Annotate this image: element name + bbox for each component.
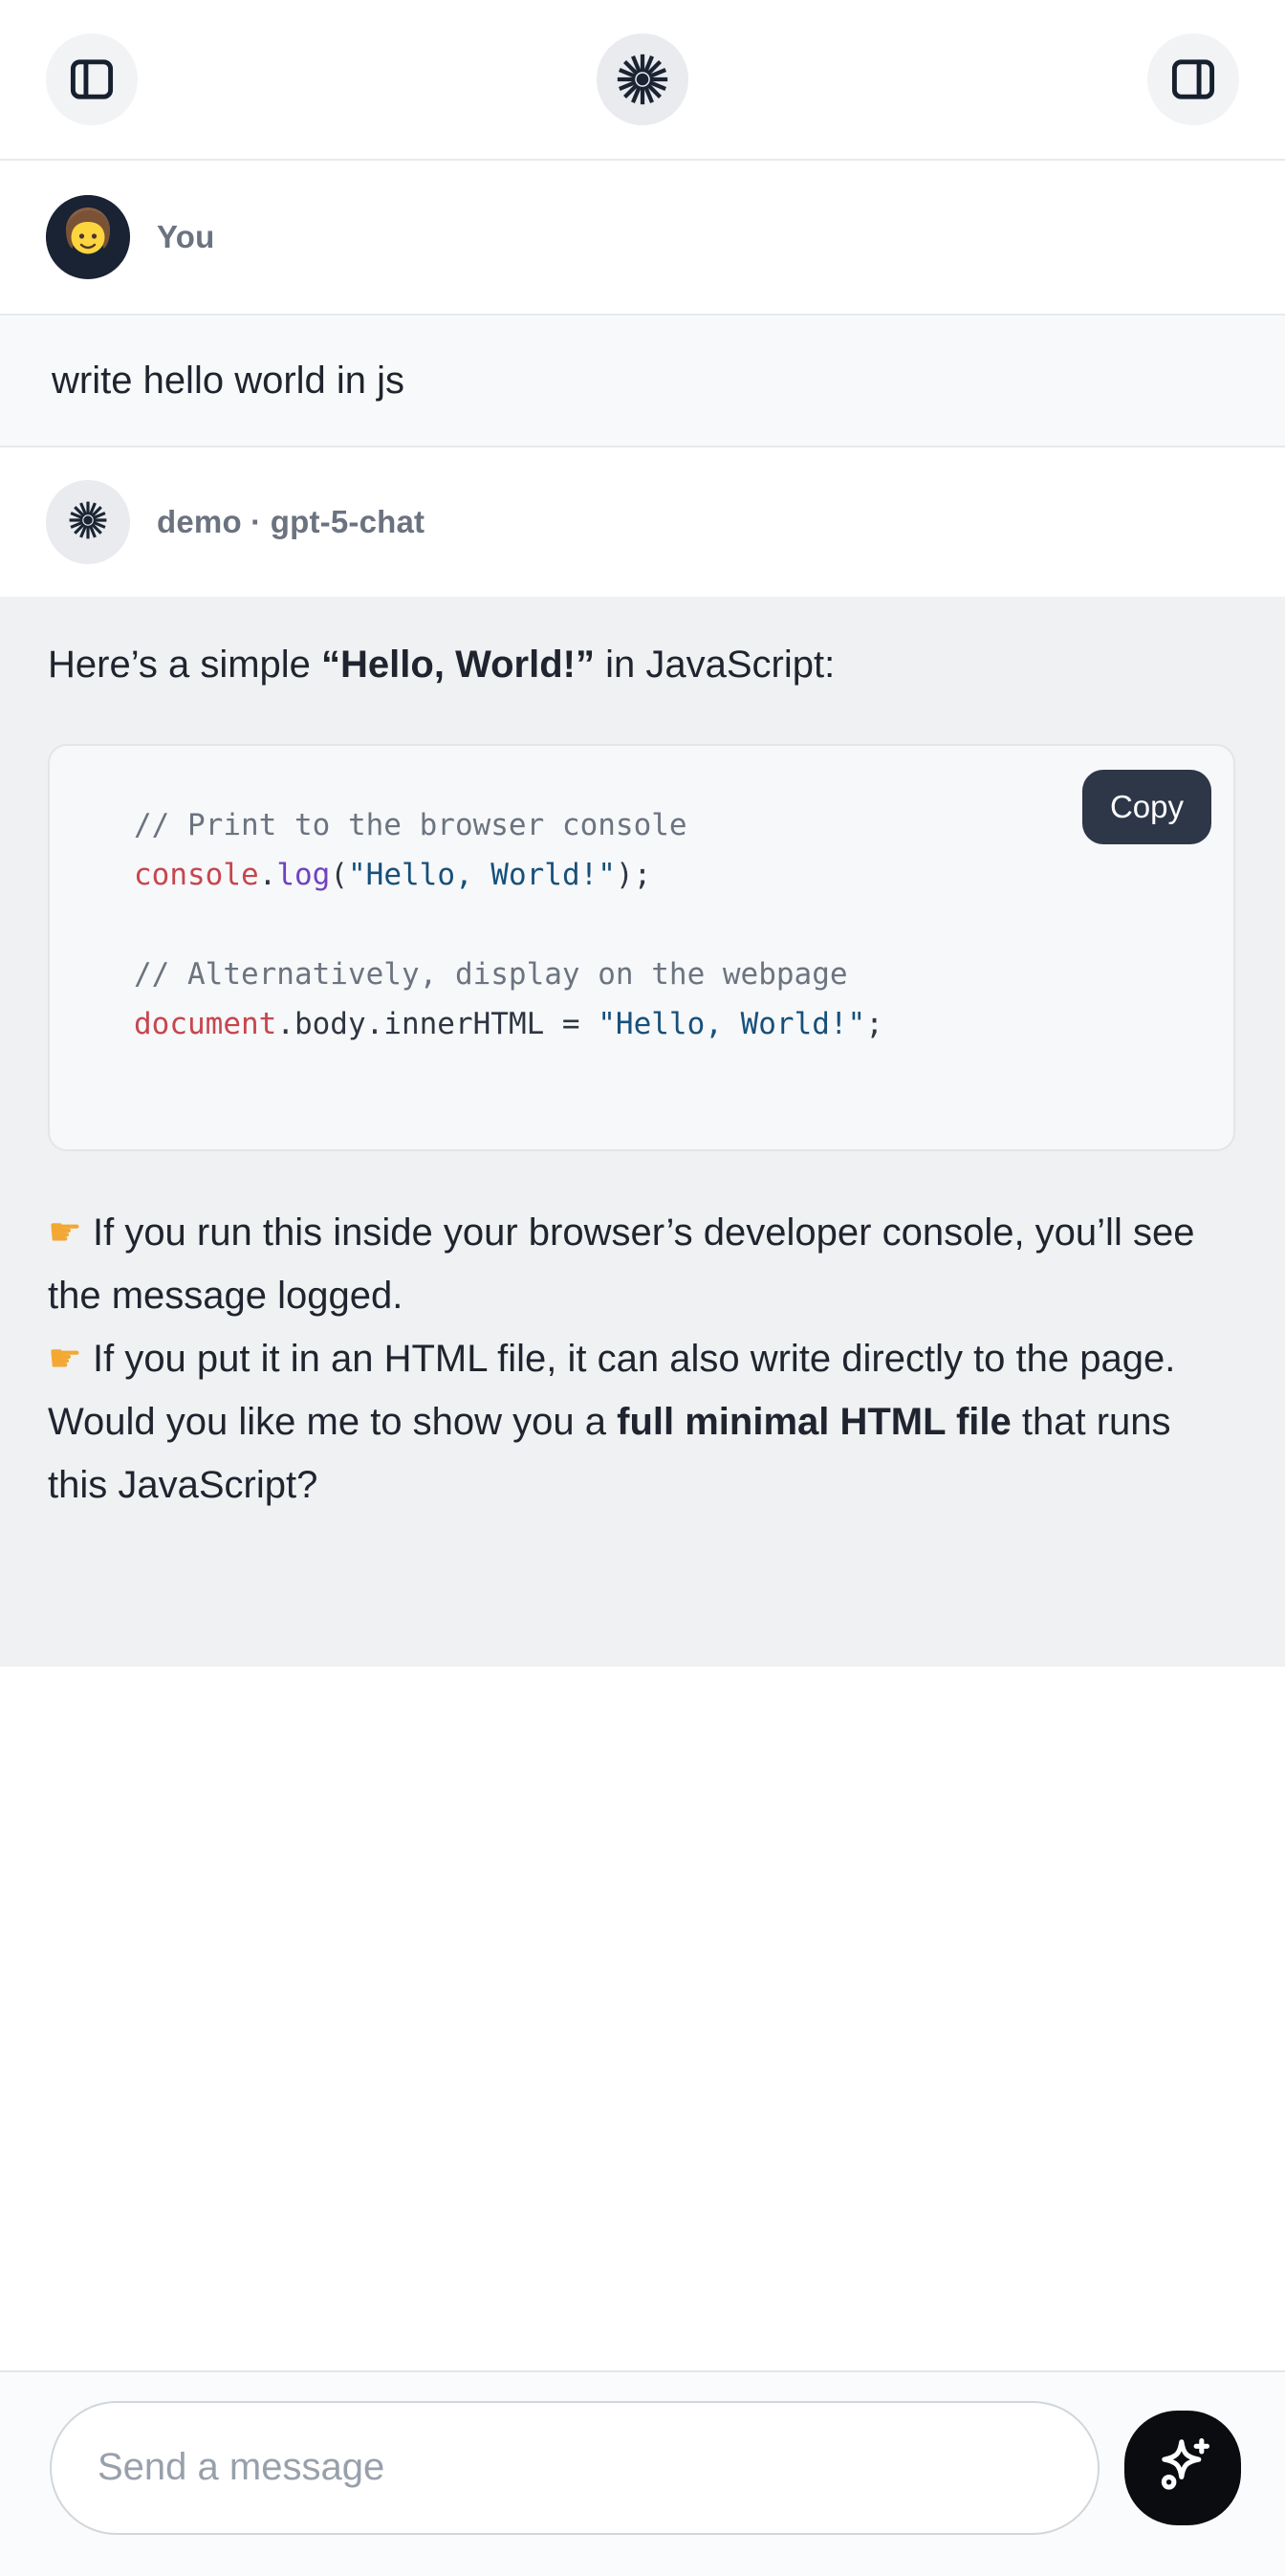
user-avatar xyxy=(46,195,130,279)
top-bar xyxy=(0,0,1285,161)
assistant-notes: ☛ If you run this inside your browser’s … xyxy=(48,1201,1237,1390)
panel-left-icon xyxy=(65,53,119,106)
user-message: write hello world in js xyxy=(0,314,1285,448)
user-message-text: write hello world in js xyxy=(52,360,404,403)
user-sender-row: You xyxy=(0,161,1285,314)
chat-screen: You write hello world in js demo · gpt-5… xyxy=(0,0,1285,2576)
model-spinner-button[interactable] xyxy=(597,33,688,125)
panel-right-icon xyxy=(1166,53,1220,106)
send-button[interactable] xyxy=(1124,2411,1241,2525)
empty-chat-space xyxy=(0,1667,1285,2370)
user-sender-name: You xyxy=(157,219,214,255)
sidebar-toggle-button[interactable] xyxy=(46,33,138,125)
message-input[interactable] xyxy=(50,2401,1100,2535)
assistant-question-text: Would you like me to show you a full min… xyxy=(48,1390,1237,1517)
copy-button[interactable]: Copy xyxy=(1082,770,1211,844)
note-line: ☛ If you put it in an HTML file, it can … xyxy=(48,1327,1237,1390)
point-right-emoji: ☛ xyxy=(48,1337,82,1381)
assistant-avatar xyxy=(46,480,130,564)
note-line: ☛ If you run this inside your browser’s … xyxy=(48,1201,1237,1327)
sparkle-plus-icon xyxy=(1148,2432,1217,2503)
assistant-sender-row: demo · gpt-5-chat xyxy=(0,448,1285,597)
point-right-emoji: ☛ xyxy=(48,1211,82,1255)
assistant-message: Here’s a simple “Hello, World!” in JavaS… xyxy=(0,597,1285,1667)
person-emoji-icon xyxy=(46,195,130,279)
code-content: // Print to the browser consoleconsole.l… xyxy=(50,746,1233,1049)
panel-toggle-button[interactable] xyxy=(1147,33,1239,125)
assistant-intro-text: Here’s a simple “Hello, World!” in JavaS… xyxy=(48,633,1237,696)
starburst-spinner-icon xyxy=(613,50,672,109)
assistant-model-name: demo · gpt-5-chat xyxy=(157,504,425,540)
composer-bar xyxy=(0,2370,1285,2576)
starburst-icon xyxy=(66,498,110,547)
code-block: Copy // Print to the browser consolecons… xyxy=(48,744,1235,1151)
